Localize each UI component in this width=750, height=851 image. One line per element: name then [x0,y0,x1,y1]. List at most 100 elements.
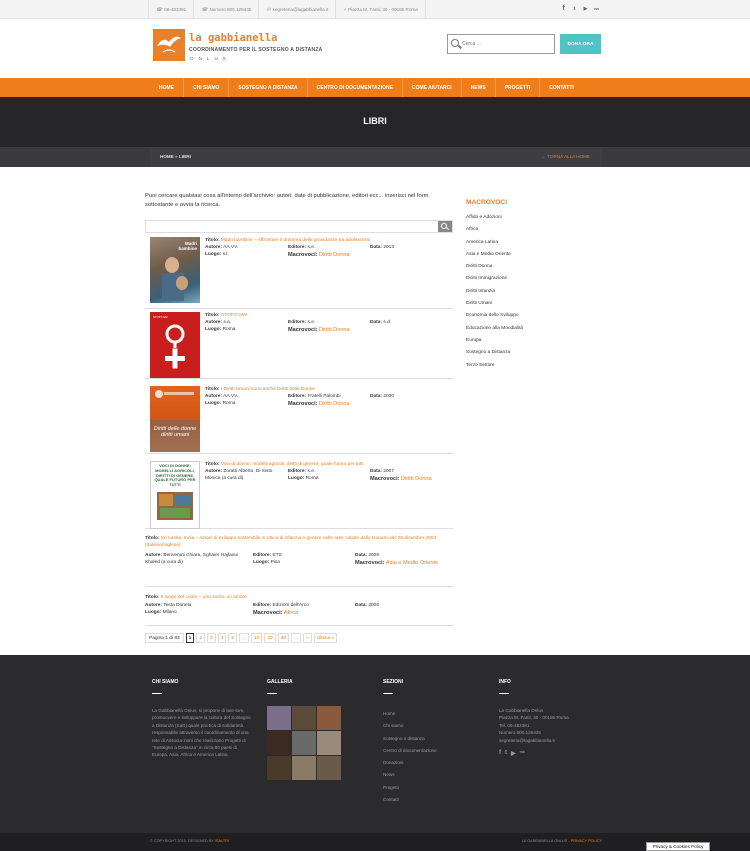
footer-about-text: La Gabbianella Onlus, si propone di tute… [152,708,251,758]
facebook-icon[interactable]: f [560,5,567,13]
divider [499,693,509,694]
page-link[interactable]: 3 [207,633,216,643]
archive-intro: Puoi cercare qualsiasi cosa all'interno … [145,193,429,208]
book-title-link[interactable]: Sri Lanka, India – Azioni di sviluppo so… [145,536,436,548]
sidebar-item[interactable]: Affido e Adozioni [466,215,523,227]
sidebar-item[interactable]: Diritti Donna [466,264,523,276]
book-cover[interactable]: Madri bambine [150,237,200,303]
page-hero: LIBRI [0,97,750,147]
rss-icon[interactable]: rss [593,5,600,13]
gallery-thumb[interactable] [267,756,291,780]
footer-link[interactable]: Contatti [383,797,473,809]
next-page-link[interactable]: » [303,633,312,643]
book-macro-link[interactable]: Diritti Donna [319,252,350,258]
book-title-link[interactable]: STOP FGM! [221,313,247,318]
page-link[interactable]: 5 [228,633,238,643]
cookie-policy-button[interactable]: Privacy & Cookies Policy [646,842,710,851]
site-logo[interactable]: la gabbianella COORDINAMENTO PER IL SOST… [153,29,323,67]
sidebar-item[interactable]: Asia e Medio Oriente [466,252,523,264]
email-info[interactable]: ✉ segreteria@lagabbianella.it [258,0,335,19]
page-link[interactable]: 1 [185,633,195,643]
book-macro-link[interactable]: Diritti Donna [319,327,350,333]
book-publisher-block: Editore: Fratelli Palombi Macrovoci: Diri… [288,394,350,407]
sidebar-item[interactable]: Europa [466,338,523,350]
twitter-icon[interactable]: t [505,750,507,757]
sidebar-item[interactable]: Terzo Settore [466,363,523,375]
book-date-block: Data: 2007 Macrovoci: Diritti Donna [370,469,432,482]
phone-icon: ☎ [156,6,163,13]
sidebar-item[interactable]: Economia dello Sviluppo [466,313,523,325]
archive-search-button[interactable] [438,221,452,232]
book-cover[interactable]: VOCI DI DONNE: MODELLI AGRICOLI, DIRITTI… [150,461,200,529]
gallery-thumb[interactable] [267,731,291,755]
twitter-icon[interactable]: t [571,5,578,13]
footer-link[interactable]: News [383,772,473,784]
book-macro-link[interactable]: Diritti Donna [401,476,432,482]
gallery-thumb[interactable] [317,756,341,780]
page-link[interactable]: 10 [251,633,263,643]
book-date-block: Data: s.d. [370,320,392,325]
book-macro-link[interactable]: Diritti Donna [319,401,350,407]
book-record: Diritti delle donne diritti umani Titolo… [145,379,453,454]
footer-email-link[interactable]: segreteria@lagabbianella.it [499,737,599,744]
bottom-bar: © COPYRIGHT 2015. DESIGNED BY ISALTRI LA… [0,833,750,851]
book-macro-link[interactable]: Asia e Medio Oriente [386,560,438,566]
footer-link[interactable]: Progetti [383,785,473,797]
nav-sostegno[interactable]: SOSTEGNO A DISTANZA [229,78,308,97]
page-link[interactable]: 4 [217,633,227,643]
gallery-thumb[interactable] [292,756,316,780]
nav-news[interactable]: NEWS [462,78,496,97]
gallery-thumb[interactable] [292,706,316,730]
book-title-link[interactable]: Madri bambine – Affrontare il dramma del… [221,238,370,243]
footer-gallery: GALLERIA [267,679,347,780]
page-link[interactable]: 30 [277,633,290,643]
youtube-icon[interactable]: ▶ [511,750,516,757]
sidebar-item[interactable]: Diritti Umani [466,301,523,313]
footer-sections-title: SEZIONI [383,679,404,685]
footer-link[interactable]: Chi siamo [383,723,473,735]
sidebar-item[interactable]: Diritti Immigrazione [466,276,523,288]
breadcrumb[interactable]: HOME » LIBRI [160,154,191,159]
sidebar-item[interactable]: Diritti Infanzia [466,289,523,301]
footer-link[interactable]: Sostegno a distanza [383,736,473,748]
book-cover[interactable]: STOP FGM [150,312,200,378]
back-home-link[interactable]: ← TORNA ALLA HOME [541,154,590,159]
sidebar-item[interactable]: America Latina [466,240,523,252]
footer-link[interactable]: Home [383,711,473,723]
privacy-policy-link[interactable]: PRIVACY POLICY [571,839,602,843]
rss-icon[interactable]: rss [520,750,525,757]
sidebar-item[interactable]: Sostegno a Distanza [466,350,523,362]
book-fields: Titolo: Voci di donne: modelli agricoli,… [205,462,364,467]
nav-chi-siamo[interactable]: CHI SIAMO [184,78,230,97]
book-title-link[interactable]: Il luogo del cuore – una storia, un amor… [161,595,247,600]
book-macro-link[interactable]: Africa [284,610,298,616]
youtube-icon[interactable]: ▶ [582,5,589,13]
archive-search[interactable] [145,220,453,233]
page-link[interactable]: 20 [264,633,276,643]
nav-progetti[interactable]: PROGETTI [496,78,541,97]
book-title-link[interactable]: Voci di donne: modelli agricoli, diritti… [221,462,364,467]
footer-link[interactable]: Donazioni [383,760,473,772]
nav-contatti[interactable]: CONTATTI [540,78,583,97]
header-search[interactable] [447,34,555,54]
book-date-block: Data: 2013 [370,245,395,250]
sidebar-item[interactable]: Africa [466,227,523,239]
nav-centro-documentazione[interactable]: CENTRO DI DOCUMENTAZIONE [308,78,403,97]
book-title-link[interactable]: I Diritti Umani sono anche Diritti delle… [221,387,315,392]
footer-link[interactable]: Centro di documentazione [383,748,473,760]
sidebar-item[interactable]: Educazione alla Mondialità [466,326,523,338]
designer-link[interactable]: ISALTRI [215,839,229,843]
book-cover[interactable]: Diritti delle donne diritti umani [150,386,200,452]
page-link[interactable]: 2 [196,633,206,643]
gallery-thumb[interactable] [317,706,341,730]
address-info: ⌖ Piazza M. Fanti, 30 - 00185 Roma [335,0,426,19]
gallery-thumb[interactable] [292,731,316,755]
nav-come-aiutarci[interactable]: COME AIUTARCI [403,78,462,97]
gallery-thumb[interactable] [317,731,341,755]
donate-button[interactable]: DONA ORA [560,34,601,54]
last-page-link[interactable]: Ultima » [313,633,338,643]
nav-home[interactable]: HOME [150,78,184,97]
search-input[interactable] [462,38,552,50]
gallery-thumb[interactable] [267,706,291,730]
facebook-icon[interactable]: f [499,750,501,757]
